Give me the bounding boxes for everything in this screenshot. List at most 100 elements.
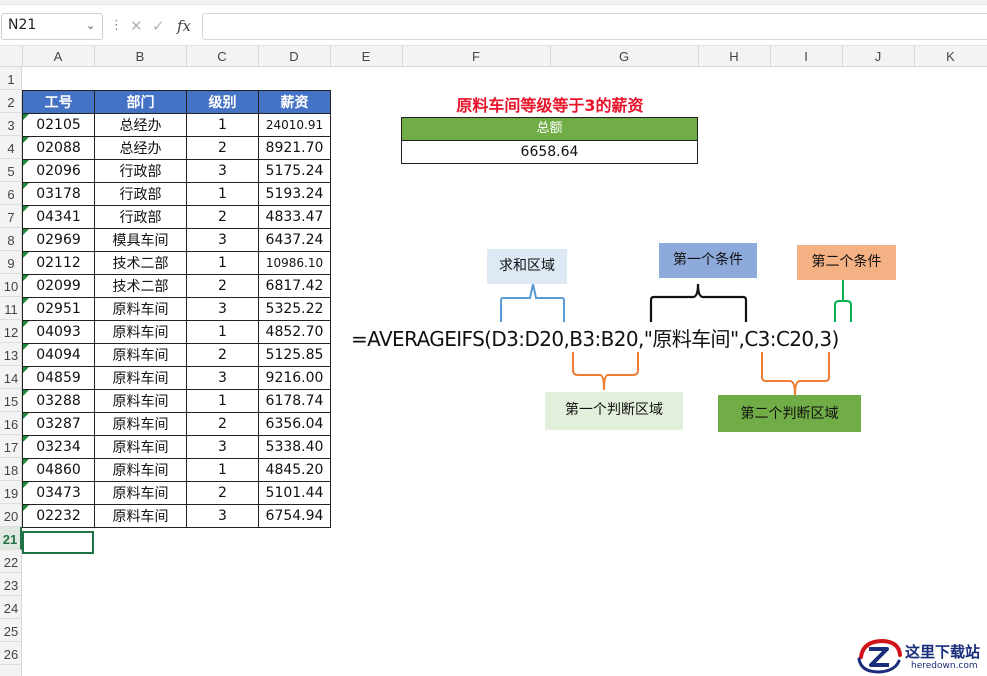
cell-id[interactable]: 03473	[22, 481, 95, 505]
column-header-d[interactable]: D	[258, 46, 331, 67]
cell-dept[interactable]: 行政部	[94, 205, 187, 229]
cell-dept[interactable]: 技术二部	[94, 251, 187, 275]
cell-dept[interactable]: 原料车间	[94, 458, 187, 482]
cell-level[interactable]: 3	[186, 228, 259, 252]
column-header-j[interactable]: J	[842, 46, 915, 67]
cell-level[interactable]: 2	[186, 412, 259, 436]
column-header-i[interactable]: I	[770, 46, 843, 67]
row-header-22[interactable]: 22	[0, 550, 22, 573]
column-header-h[interactable]: H	[698, 46, 771, 67]
cell-salary[interactable]: 6178.74	[258, 389, 331, 413]
formula-input[interactable]	[202, 13, 987, 40]
row-header-5[interactable]: 5	[0, 159, 22, 182]
cell-dept[interactable]: 原料车间	[94, 481, 187, 505]
cell-dept[interactable]: 技术二部	[94, 274, 187, 298]
cell-level[interactable]: 3	[186, 297, 259, 321]
row-header-15[interactable]: 15	[0, 389, 22, 412]
cell-level[interactable]: 2	[186, 274, 259, 298]
cell-salary[interactable]: 5193.24	[258, 182, 331, 206]
cell-dept[interactable]: 总经办	[94, 136, 187, 160]
cell-dept[interactable]: 原料车间	[94, 366, 187, 390]
select-all-corner[interactable]	[0, 46, 23, 67]
row-header-4[interactable]: 4	[0, 136, 22, 159]
row-header-25[interactable]: 25	[0, 619, 22, 642]
cell-id[interactable]: 03287	[22, 412, 95, 436]
cancel-icon[interactable]: ✕	[130, 17, 143, 35]
cell-level[interactable]: 2	[186, 205, 259, 229]
row-header-6[interactable]: 6	[0, 182, 22, 205]
cell-id[interactable]: 02105	[22, 113, 95, 137]
cell-level[interactable]: 3	[186, 366, 259, 390]
cell-salary[interactable]: 5175.24	[258, 159, 331, 183]
row-header-9[interactable]: 9	[0, 251, 22, 274]
cell-level[interactable]: 3	[186, 159, 259, 183]
row-header-10[interactable]: 10	[0, 274, 22, 297]
row-header-18[interactable]: 18	[0, 458, 22, 481]
row-header-17[interactable]: 17	[0, 435, 22, 458]
cell-salary[interactable]: 5101.44	[258, 481, 331, 505]
cell-id[interactable]: 02088	[22, 136, 95, 160]
cell-dept[interactable]: 原料车间	[94, 412, 187, 436]
cell-level[interactable]: 2	[186, 343, 259, 367]
cell-salary[interactable]: 6754.94	[258, 504, 331, 528]
cell-id[interactable]: 02969	[22, 228, 95, 252]
row-header-8[interactable]: 8	[0, 228, 22, 251]
cell-dept[interactable]: 原料车间	[94, 435, 187, 459]
cell-id[interactable]: 04860	[22, 458, 95, 482]
function-icon[interactable]: fx	[177, 17, 191, 35]
cell-id[interactable]: 03234	[22, 435, 95, 459]
total-label[interactable]: 总额	[402, 118, 697, 141]
row-header-21[interactable]: 21	[0, 527, 22, 550]
column-header-a[interactable]: A	[22, 46, 95, 67]
cell-id[interactable]: 02112	[22, 251, 95, 275]
cell-dept[interactable]: 模具车间	[94, 228, 187, 252]
column-header-g[interactable]: G	[550, 46, 699, 67]
column-header-e[interactable]: E	[330, 46, 403, 67]
cell-level[interactable]: 1	[186, 389, 259, 413]
cell-salary[interactable]: 24010.91	[258, 113, 331, 137]
row-header-1[interactable]: 1	[0, 67, 22, 90]
cell-dept[interactable]: 原料车间	[94, 504, 187, 528]
cell-dept[interactable]: 总经办	[94, 113, 187, 137]
selected-cell[interactable]	[22, 531, 94, 554]
row-header-2[interactable]: 2	[0, 90, 22, 113]
row-header-23[interactable]: 23	[0, 573, 22, 596]
cell-salary[interactable]: 4852.70	[258, 320, 331, 344]
cell-level[interactable]: 2	[186, 136, 259, 160]
cell-id[interactable]: 03178	[22, 182, 95, 206]
cell-salary[interactable]: 4845.20	[258, 458, 331, 482]
cell-dept[interactable]: 原料车间	[94, 320, 187, 344]
row-header-14[interactable]: 14	[0, 366, 22, 389]
cell-dept[interactable]: 行政部	[94, 159, 187, 183]
cell-id[interactable]: 02096	[22, 159, 95, 183]
column-header-k[interactable]: K	[914, 46, 987, 67]
row-header-24[interactable]: 24	[0, 596, 22, 619]
cell-salary[interactable]: 5338.40	[258, 435, 331, 459]
header-cell-id[interactable]: 工号	[22, 90, 95, 114]
cell-id[interactable]: 03288	[22, 389, 95, 413]
confirm-icon[interactable]: ✓	[152, 17, 165, 35]
row-header-26[interactable]: 26	[0, 642, 22, 665]
cell-id[interactable]: 02232	[22, 504, 95, 528]
row-header-19[interactable]: 19	[0, 481, 22, 504]
chevron-down-icon[interactable]: ⌄	[86, 19, 95, 32]
cell-dept[interactable]: 行政部	[94, 182, 187, 206]
column-header-c[interactable]: C	[186, 46, 259, 67]
cell-id[interactable]: 02951	[22, 297, 95, 321]
cell-salary[interactable]: 9216.00	[258, 366, 331, 390]
cell-level[interactable]: 1	[186, 113, 259, 137]
cell-salary[interactable]: 8921.70	[258, 136, 331, 160]
cell-salary[interactable]: 6356.04	[258, 412, 331, 436]
total-value[interactable]: 6658.64	[402, 141, 697, 163]
row-header-7[interactable]: 7	[0, 205, 22, 228]
row-header-12[interactable]: 12	[0, 320, 22, 343]
cell-salary[interactable]: 5325.22	[258, 297, 331, 321]
row-header-13[interactable]: 13	[0, 343, 22, 366]
cell-level[interactable]: 3	[186, 435, 259, 459]
cell-id[interactable]: 04093	[22, 320, 95, 344]
cell-salary[interactable]: 6437.24	[258, 228, 331, 252]
header-cell-dept[interactable]: 部门	[94, 90, 187, 114]
cell-id[interactable]: 04094	[22, 343, 95, 367]
cell-salary[interactable]: 10986.10	[258, 251, 331, 275]
cell-id[interactable]: 02099	[22, 274, 95, 298]
